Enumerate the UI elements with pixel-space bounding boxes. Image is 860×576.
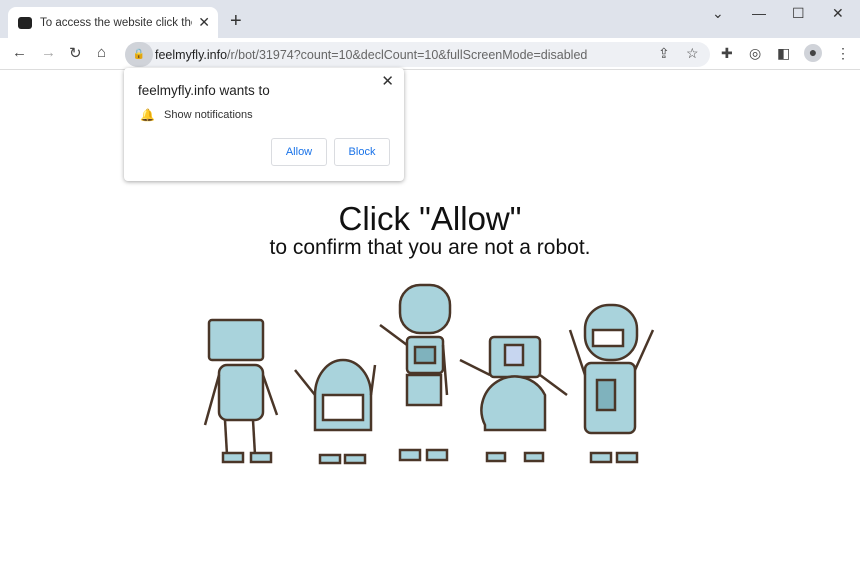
share-icon[interactable]: ⇪ [658,45,670,62]
tab-close-icon[interactable]: ✕ [198,14,210,31]
forward-icon[interactable]: → [41,44,56,61]
tab-title: To access the website click the "Allow" [40,16,192,29]
url-path: /r/bot/31974?count=10&declCount=10&fullS… [227,47,588,62]
permission-label: Show notifications [164,109,253,121]
reload-icon[interactable]: ↻ [69,44,82,62]
lock-icon[interactable]: 🔒 [125,42,153,67]
profile-icon[interactable]: ● [804,44,822,62]
subline: to confirm that you are not a robot. [269,236,591,259]
robot-2 [294,358,377,465]
back-icon[interactable]: ← [12,44,27,61]
block-button[interactable]: Block [334,138,390,166]
robot-3 [379,283,452,462]
url-text: feelmyfly.info/r/bot/31974?count=10&decl… [155,48,587,62]
minimize-button[interactable]: — [752,5,766,21]
tab-strip: To access the website click the "Allow" … [0,0,860,38]
favicon-icon [18,16,32,29]
menu-icon[interactable]: ⋮ [836,45,850,62]
robot-4 [459,335,568,463]
maximize-button[interactable]: ☐ [792,5,805,22]
url-domain: feelmyfly.info [155,47,228,62]
robot-1 [203,318,279,464]
star-icon[interactable]: ☆ [686,45,699,62]
popup-title: feelmyfly.info wants to [138,83,270,98]
media-icon[interactable]: ◎ [749,45,761,62]
notification-permission-popup: feelmyfly.info wants to ✕ 🔔 Show notific… [124,68,404,181]
extensions-icon[interactable]: ✚ [721,45,733,62]
tab-active[interactable]: To access the website click the "Allow" … [8,7,218,38]
popup-close-icon[interactable]: ✕ [381,72,394,90]
robot-5 [568,303,655,464]
sidepanel-icon[interactable]: ◧ [777,45,790,62]
tab-search-icon[interactable]: ⌄ [712,5,724,22]
close-window-button[interactable]: ✕ [832,5,844,22]
new-tab-button[interactable]: + [230,10,242,33]
bell-icon: 🔔 [140,108,155,122]
address-bar[interactable]: 🔒 feelmyfly.info/r/bot/31974?count=10&de… [125,42,710,67]
headline: Click "Allow" [338,200,522,237]
robots-illustration [203,283,655,465]
home-icon[interactable]: ⌂ [97,44,106,61]
allow-button[interactable]: Allow [271,138,327,166]
